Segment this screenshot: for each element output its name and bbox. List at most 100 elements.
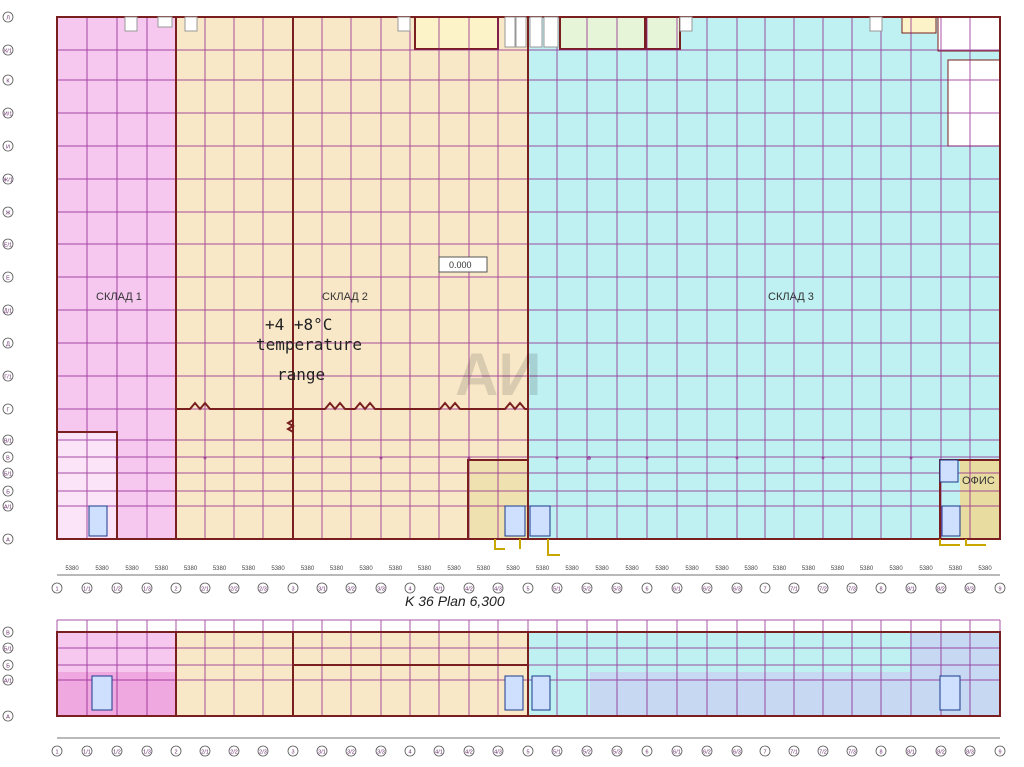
axis-bubble-label: 5/3 <box>613 587 621 593</box>
axis-bubble-label: 1 <box>55 750 58 756</box>
axis-bubble-label: 6/3 <box>733 587 741 593</box>
axis-bubble-label: 2 <box>174 587 177 593</box>
axis-bubble-label: 5 <box>526 750 529 756</box>
left-axis-bubble-label: Б/1 <box>4 472 12 478</box>
axis-bubble-label: 4 <box>408 587 411 593</box>
axis-bubble-label: 1/2 <box>113 750 121 756</box>
axis-bubble-label: 8/3 <box>966 587 974 593</box>
left-axis-bubble-label: А/1 <box>4 505 12 511</box>
left-axis-bubble-label: А <box>6 538 10 544</box>
lower-blue-zone-2 <box>910 632 1000 672</box>
dimension-label: 5380 <box>271 566 285 572</box>
dimension-label: 5380 <box>477 566 491 572</box>
axis-bubble-label: 9 <box>998 750 1001 756</box>
left-axis-bubble-label: А/1 <box>4 679 12 685</box>
warehouse-3-label: СКЛАД 3 <box>768 291 814 303</box>
axis-bubble-label: 5/3 <box>613 750 621 756</box>
axis-bubble-label: 6 <box>645 750 648 756</box>
plan-title: K 36 Plan 6,300 <box>405 593 505 609</box>
left-axis-bubble-label: В/1 <box>4 439 12 445</box>
axis-bubbles-lower: 1 1/1 1/2 1/3 2 2/1 2/2 2/3 3 3/1 3/2 3/3 4 4/1 4/2 4/3… <box>51 745 1006 757</box>
dimension-label: 5380 <box>625 566 639 572</box>
warehouse-3-zone <box>528 17 1000 539</box>
left-axis-bubble-label: И <box>6 145 10 151</box>
axis-bubble-label: 3/3 <box>377 587 385 593</box>
dimension-label: 5380 <box>330 566 344 572</box>
dimension-label: 5380 <box>949 566 963 572</box>
elevation-label: 0.000 <box>449 260 472 270</box>
top-room-e <box>901 16 937 34</box>
axis-bubble-label: 8/1 <box>907 750 915 756</box>
dimension-label: 5380 <box>359 566 373 572</box>
left-axis-bubble-label: Б <box>6 490 10 496</box>
axis-bubble-label: 3 <box>291 587 294 593</box>
dimension-label: 5380 <box>155 566 169 572</box>
dimension-label: 5380 <box>685 566 699 572</box>
axis-bubble-label: 2 <box>174 750 177 756</box>
temperature-line-3: range <box>277 365 325 384</box>
top-room-c <box>645 16 681 50</box>
temperature-line-2: temperature <box>256 335 362 354</box>
left-axis-upper: ЛК/1КИ/1ИЖ/1ЖЕ/1ЕД/1ДГ/1ГВ/1ВБ/1БА/1А <box>2 11 14 545</box>
axis-bubble-label: 3/1 <box>318 587 326 593</box>
left-axis-lower: В Б/1 Б А/1 А <box>2 626 14 722</box>
axis-bubble-label: 6/2 <box>703 750 711 756</box>
dimension-label: 5380 <box>389 566 403 572</box>
axis-bubble-label: 4/3 <box>494 750 502 756</box>
dimension-label: 5380 <box>919 566 933 572</box>
axis-bubble-label: 5 <box>526 587 529 593</box>
warehouse-2-label: СКЛАД 2 <box>322 291 368 303</box>
axis-bubble-label: 7/3 <box>848 750 856 756</box>
office-zone <box>960 460 1000 539</box>
dimension-label: 5380 <box>565 566 579 572</box>
left-axis-bubble-label: В <box>6 631 10 637</box>
top-room-a <box>414 16 499 50</box>
axis-bubble-label: 1/1 <box>83 587 91 593</box>
dimension-label: 5380 <box>242 566 256 572</box>
axis-bubble-label: 5/1 <box>553 587 561 593</box>
dimension-label: 5380 <box>65 566 79 572</box>
warehouse-1-label: СКЛАД 1 <box>96 291 142 303</box>
axis-bubble-label: 4/1 <box>435 750 443 756</box>
left-axis-bubble-label: Б <box>6 664 10 670</box>
axis-bubble-label: 8/2 <box>937 587 945 593</box>
left-axis-bubble-label: Г <box>7 408 10 414</box>
left-axis-bubble-label: В <box>6 456 10 462</box>
left-axis-bubble-label: Ж/1 <box>3 178 13 184</box>
left-axis-bubble-label: К/1 <box>4 49 12 55</box>
dimension-label: 5380 <box>595 566 609 572</box>
axis-bubble-label: 7/2 <box>819 587 827 593</box>
axis-bubble-label: 3/3 <box>377 750 385 756</box>
dimension-label: 5380 <box>184 566 198 572</box>
axis-bubble-label: 7 <box>763 587 766 593</box>
axis-bubble-label: 7/3 <box>848 587 856 593</box>
left-axis-bubble-label: Б/1 <box>4 647 12 653</box>
axis-bubble-label: 1/3 <box>143 587 151 593</box>
axis-bubble-label: 8/2 <box>937 750 945 756</box>
dimension-label: 5380 <box>715 566 729 572</box>
dimension-label: 5380 <box>213 566 227 572</box>
axis-bubble-label: 5/2 <box>583 587 591 593</box>
dimension-label: 5380 <box>802 566 816 572</box>
axis-bubble-label: 9 <box>998 587 1001 593</box>
axis-bubble-label: 1/2 <box>113 587 121 593</box>
dimension-label: 5380 <box>773 566 787 572</box>
axis-bubble-label: 7 <box>763 750 766 756</box>
axis-bubble-label: 2/1 <box>201 587 209 593</box>
left-axis-bubble-label: Г/1 <box>4 375 12 381</box>
axis-bubble-label: 2/2 <box>230 587 238 593</box>
axis-bubble-label: 1/3 <box>143 750 151 756</box>
dimension-label: 5380 <box>536 566 550 572</box>
axis-bubble-label: 7/1 <box>790 750 798 756</box>
axis-bubble-label: 8/3 <box>966 750 974 756</box>
axis-bubbles-upper: 1 1/1 1/2 1/3 2 2/1 2/2 2/3 3 3/1 3/2 3/3 4 4/1 4/2 4/3… <box>51 582 1006 594</box>
axis-bubble-label: 4/3 <box>494 587 502 593</box>
axis-bubble-label: 2/3 <box>259 587 267 593</box>
axis-bubble-label: 3/2 <box>347 750 355 756</box>
dimension-labels-upper: 5380 5380 5380 5380 5380 5380 5380 5380 5380 5380… <box>65 566 992 572</box>
left-axis-bubble-label: Е/1 <box>4 243 12 249</box>
dimension-label: 5380 <box>889 566 903 572</box>
axis-bubble-label: 3/1 <box>318 750 326 756</box>
top-room-b <box>559 16 646 50</box>
lower-warehouse-2 <box>176 632 528 716</box>
